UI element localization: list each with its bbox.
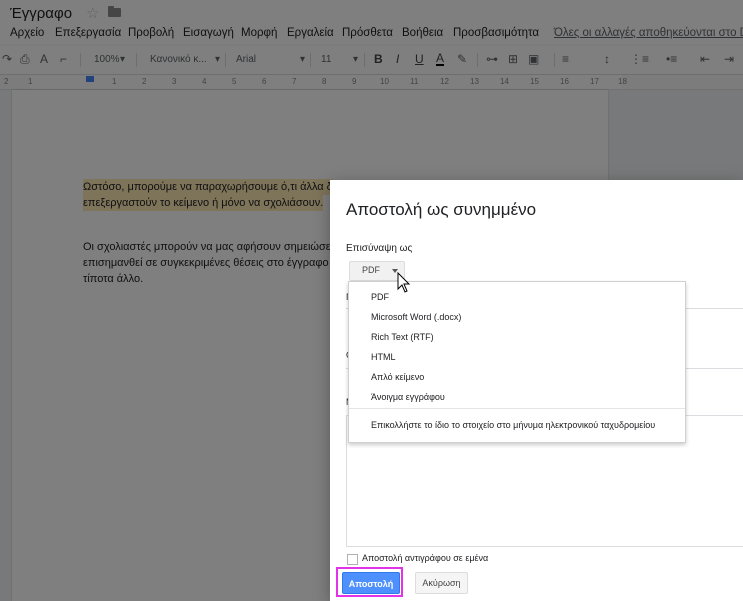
menu-option-rtf[interactable]: Rich Text (RTF) (371, 332, 434, 342)
menu-option-paste-inline[interactable]: Επικολλήστε το ίδιο το στοιχείο στο μήνυ… (371, 420, 655, 430)
attach-as-label: Επισύναψη ως (346, 243, 413, 254)
menu-option-html[interactable]: HTML (371, 352, 396, 362)
menu-option-plain-text[interactable]: Απλό κείμενο (371, 372, 424, 382)
send-copy-label: Αποστολή αντιγράφου σε εμένα (362, 553, 489, 563)
menu-option-docx[interactable]: Microsoft Word (.docx) (371, 312, 461, 322)
mouse-cursor-icon (397, 272, 411, 293)
menu-option-pdf[interactable]: PDF (371, 292, 389, 302)
send-copy-checkbox[interactable] (347, 554, 358, 565)
format-dropdown-menu: PDF Microsoft Word (.docx) Rich Text (RT… (348, 281, 686, 443)
send-button[interactable]: Αποστολή (342, 572, 400, 594)
menu-option-open-document[interactable]: Άνοιγμα εγγράφου (371, 392, 445, 402)
cancel-button[interactable]: Ακύρωση (415, 572, 468, 594)
dialog-title: Αποστολή ως συνημμένο (346, 200, 537, 219)
format-value: PDF (362, 265, 380, 275)
menu-divider (349, 408, 685, 409)
